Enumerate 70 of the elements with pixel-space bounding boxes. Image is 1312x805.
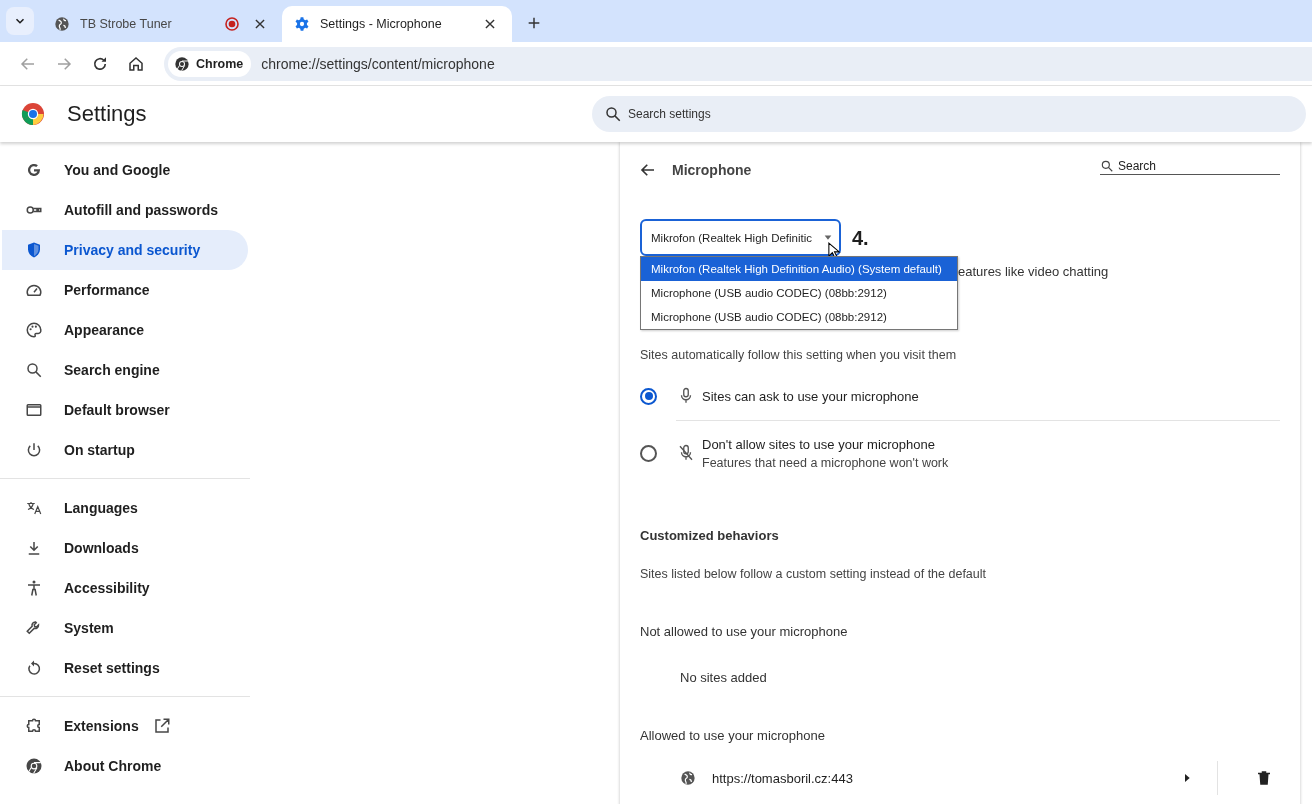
sidebar-item[interactable]: Languages bbox=[2, 488, 248, 528]
letter-g-icon bbox=[25, 161, 43, 179]
page-title: Settings bbox=[67, 101, 148, 127]
hint-text: Sites automatically follow this setting when you visit them bbox=[640, 348, 958, 362]
chrome-logo-icon bbox=[174, 55, 190, 72]
close-icon bbox=[253, 17, 267, 31]
section-heading: Customized behaviors bbox=[640, 528, 780, 543]
hint-text: Sites listed below follow a custom setting instead of the default bbox=[640, 567, 988, 581]
back-icon bbox=[639, 161, 657, 179]
globe-icon bbox=[680, 770, 696, 786]
chip-label: Chrome bbox=[196, 56, 244, 71]
sidebar-item[interactable]: Performance bbox=[2, 270, 248, 310]
sidebar-item[interactable]: Accessibility bbox=[2, 568, 248, 608]
search-input[interactable]: Search settings bbox=[628, 99, 1306, 129]
option-label: Sites can ask to use your microphone bbox=[702, 388, 919, 404]
sidebar-item[interactable]: Search engine bbox=[2, 350, 248, 390]
globe-icon bbox=[54, 16, 70, 32]
translate-icon bbox=[25, 499, 43, 517]
reset-icon bbox=[25, 659, 43, 677]
dropdown-option[interactable]: Microphone (USB audio CODEC) (08bb:2912) bbox=[641, 305, 957, 329]
search-icon bbox=[1100, 159, 1114, 173]
step-label: 4. bbox=[852, 227, 869, 250]
site-info-chip[interactable]: Chrome bbox=[168, 50, 252, 77]
search-icon bbox=[604, 105, 622, 123]
sidebar-item[interactable]: On startup bbox=[2, 430, 248, 470]
chrome-logo-icon bbox=[25, 757, 43, 775]
section-title: Microphone bbox=[672, 162, 753, 178]
gear-icon bbox=[294, 16, 310, 32]
extension-icon bbox=[25, 717, 43, 735]
list-heading: Not allowed to use your microphone bbox=[640, 624, 849, 639]
option-description: Features that need a microphone won't work bbox=[702, 455, 949, 470]
home-icon bbox=[127, 54, 145, 73]
radio-button[interactable] bbox=[640, 444, 657, 462]
browser-window-icon bbox=[25, 401, 43, 419]
browser-tab[interactable]: Settings - Microphone bbox=[282, 6, 512, 42]
sidebar-item[interactable]: About Chrome bbox=[2, 746, 248, 786]
power-icon bbox=[25, 441, 43, 459]
accessibility-icon bbox=[25, 579, 43, 597]
empty-list-text: No sites added bbox=[679, 670, 768, 685]
sidebar-item[interactable]: Autofill and passwords bbox=[2, 190, 248, 230]
tab-title: Settings - Microphone bbox=[320, 17, 443, 31]
sidebar-item[interactable]: Extensions bbox=[2, 706, 248, 746]
chrome-logo-icon bbox=[21, 102, 45, 126]
dropdown-option[interactable]: Mikrofon (Realtek High Definition Audio) (System default) bbox=[641, 257, 957, 281]
dropdown-option[interactable]: Microphone (USB audio CODEC) (08bb:2912) bbox=[641, 281, 957, 305]
description-text: eatures like video chatting bbox=[958, 264, 1109, 279]
sidebar-item[interactable]: Appearance bbox=[2, 310, 248, 350]
option-label: Don't allow sites to use your microphone bbox=[702, 436, 936, 452]
device-dropdown[interactable]: Mikrofon (Realtek High Definitic bbox=[640, 219, 841, 256]
search-field[interactable]: Search bbox=[1100, 159, 1280, 175]
search-field[interactable]: Search settings bbox=[592, 96, 1306, 132]
sidebar-item[interactable]: Default browser bbox=[2, 390, 248, 430]
radio-button[interactable] bbox=[640, 387, 657, 405]
palette-icon bbox=[25, 321, 43, 339]
sidebar-item[interactable]: You and Google bbox=[2, 150, 248, 190]
url-text: chrome://settings/content/microphone bbox=[261, 55, 495, 72]
search-icon bbox=[25, 361, 43, 379]
list-heading: Allowed to use your microphone bbox=[640, 728, 826, 743]
plus-icon bbox=[526, 15, 542, 31]
close-icon bbox=[483, 17, 497, 31]
tab-title: TB Strobe Tuner bbox=[80, 17, 173, 31]
sidebar-item[interactable]: Privacy and security bbox=[2, 230, 248, 270]
browser-tab[interactable]: TB Strobe Tuner bbox=[42, 6, 282, 42]
sidebar-item[interactable]: System bbox=[2, 608, 248, 648]
site-url[interactable]: https://tomasboril.cz:443 bbox=[712, 770, 1171, 786]
address-bar[interactable]: Chrome chrome://settings/content/microphone bbox=[164, 46, 1312, 81]
sidebar-item[interactable]: Downloads bbox=[2, 528, 248, 568]
trash-icon bbox=[1255, 769, 1273, 787]
sidebar-item[interactable]: Reset settings bbox=[2, 648, 248, 688]
shield-icon bbox=[25, 241, 43, 259]
